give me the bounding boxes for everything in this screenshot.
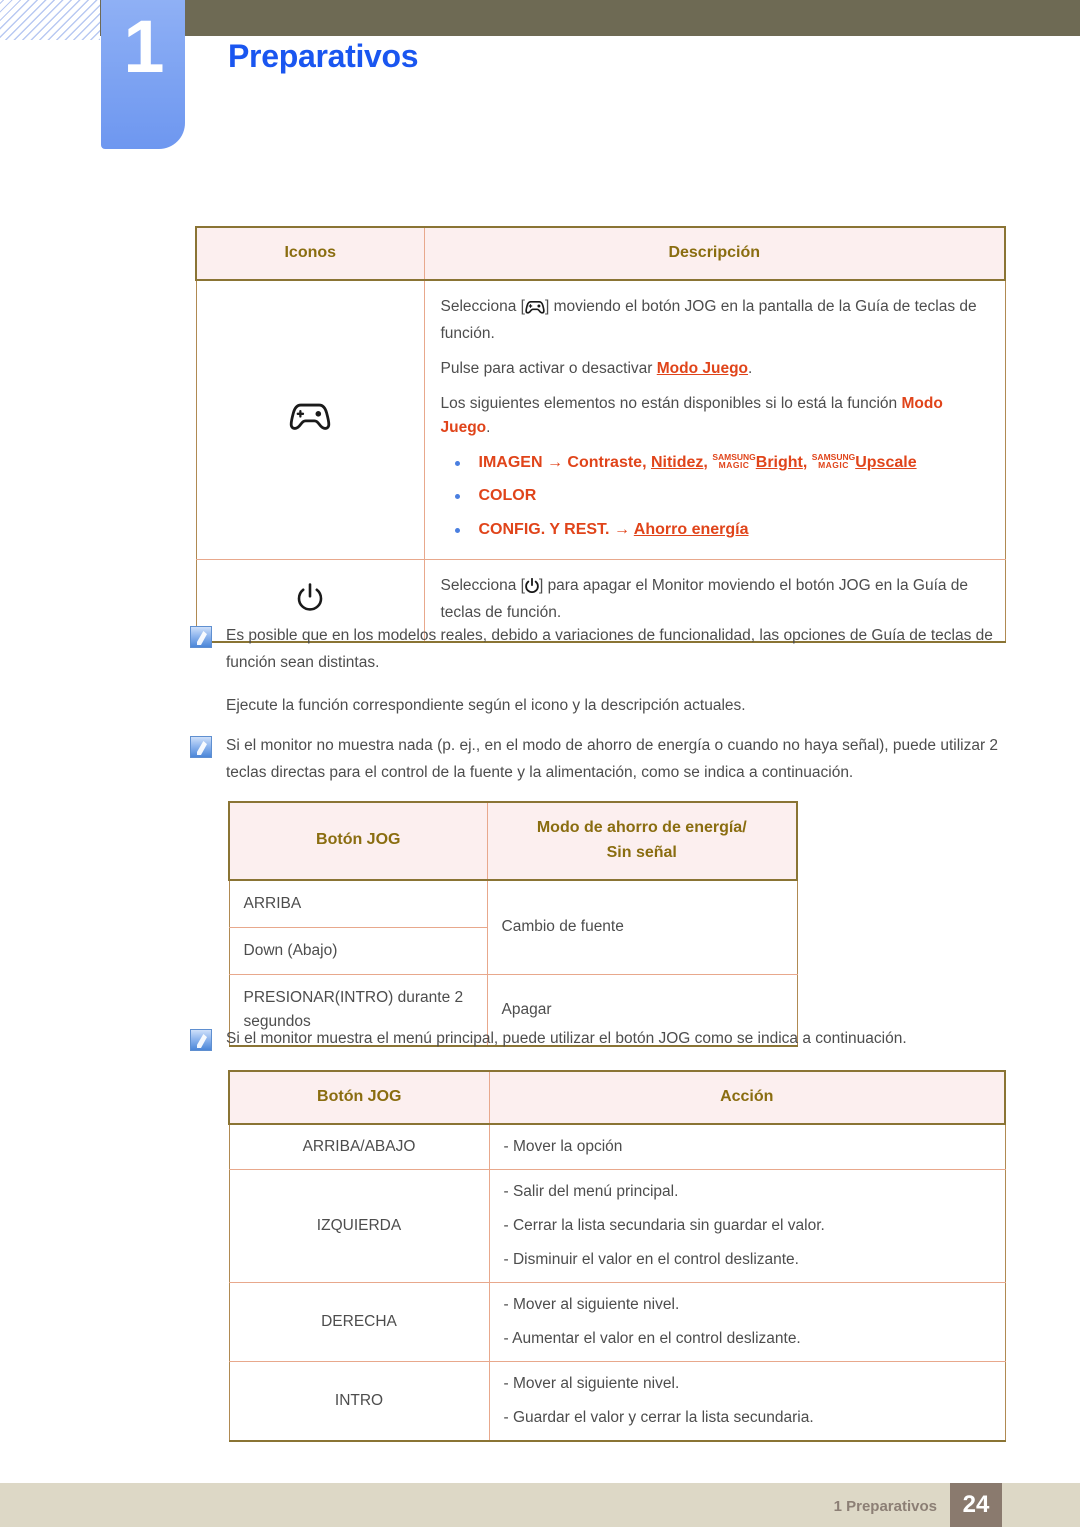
action-cambio-fuente: Cambio de fuente xyxy=(486,879,798,975)
description-line-3: Los siguientes elementos no están dispon… xyxy=(440,394,943,436)
column-header-descripcion: Descripción xyxy=(423,226,1006,281)
column-header-accion: Acción xyxy=(488,1070,1006,1125)
jog-button-arriba-abajo: ARRIBA/ABAJO xyxy=(228,1123,490,1170)
gamepad-description-cell: Selecciona [] moviendo el botón JOG en l… xyxy=(423,279,1006,561)
link-ahorro-energia[interactable]: Ahorro energía xyxy=(634,521,749,538)
column-header-boton-jog: Botón JOG xyxy=(228,801,488,881)
note-icon xyxy=(190,1029,212,1051)
note-icon xyxy=(190,736,212,758)
gamepad-icon xyxy=(525,300,545,318)
action-item: - Salir del menú principal. xyxy=(503,1182,679,1200)
link-magicupscale[interactable]: Upscale xyxy=(855,454,916,471)
note-paragraph: Si el monitor no muestra nada (p. ej., e… xyxy=(226,737,999,782)
header-band xyxy=(100,0,1080,36)
action-list: - Mover la opción xyxy=(488,1123,1006,1170)
table-header-row: Iconos Descripción xyxy=(195,226,1006,281)
samsung-magic-label: SAMSUNG MAGIC xyxy=(811,451,856,470)
jog-action-table: Botón JOG Acción ARRIBA/ABAJO - Mover la… xyxy=(228,1070,1006,1442)
description-line-power: Selecciona [] para apagar el Monitor mov… xyxy=(440,577,969,622)
jog-button-izquierda: IZQUIERDA xyxy=(228,1168,490,1283)
corner-stripe-decoration xyxy=(0,0,100,40)
action-item: - Disminuir el valor en el control desli… xyxy=(503,1250,799,1268)
action-item: - Mover al siguiente nivel. xyxy=(503,1374,680,1392)
header-line-2: Sin señal xyxy=(606,843,677,861)
unavailable-items-list: IMAGEN → Contraste, Nitidez, SAMSUNG MAGI… xyxy=(441,452,989,541)
action-item: - Cerrar la lista secundaria sin guardar… xyxy=(503,1216,825,1234)
gamepad-icon xyxy=(289,403,331,435)
description-line-1: Selecciona [] moviendo el botón JOG en l… xyxy=(440,297,977,342)
table-header-row: Botón JOG Modo de ahorro de energía/ Sin… xyxy=(228,801,798,881)
note-text: Es posible que en los modelos reales, de… xyxy=(226,622,1010,719)
action-list: - Mover al siguiente nivel. - Aumentar e… xyxy=(488,1281,1006,1362)
jog-button-abajo: Down (Abajo) xyxy=(228,926,488,975)
power-icon xyxy=(297,582,323,615)
table-row: IZQUIERDA - Salir del menú principal. - … xyxy=(228,1168,1006,1283)
jog-button-intro: INTRO xyxy=(228,1360,490,1442)
jog-power-mode-table: Botón JOG Modo de ahorro de energía/ Sin… xyxy=(228,801,798,1047)
bullet-text-config: CONFIG. Y REST. → Ahorro energía xyxy=(478,520,749,538)
bullet-dot-icon xyxy=(454,460,460,466)
page-title: Preparativos xyxy=(228,38,419,74)
note-paragraph: Ejecute la función correspondiente según… xyxy=(226,697,746,715)
list-item: IMAGEN → Contraste, Nitidez, SAMSUNG MAGI… xyxy=(441,452,989,474)
note-block-three: Si el monitor muestra el menú principal,… xyxy=(190,1025,1010,1052)
column-header-boton-jog: Botón JOG xyxy=(228,1070,490,1125)
action-item: - Mover la opción xyxy=(503,1137,623,1155)
description-line-2: Pulse para activar o desactivar Modo Jue… xyxy=(440,359,753,377)
note-block-one: Es posible que en los modelos reales, de… xyxy=(190,622,1010,719)
action-item: - Guardar el valor y cerrar la lista sec… xyxy=(503,1408,814,1426)
icons-description-table: Iconos Descripción Selecciona [] moviend… xyxy=(195,226,1006,644)
action-list: - Salir del menú principal. - Cerrar la … xyxy=(488,1168,1006,1283)
action-list: - Mover al siguiente nivel. - Guardar el… xyxy=(488,1360,1006,1442)
bullet-dot-icon xyxy=(454,494,460,500)
note-block-two: Si el monitor no muestra nada (p. ej., e… xyxy=(190,732,1010,786)
page-number-badge: 24 xyxy=(950,1483,1002,1527)
jog-button-arriba: ARRIBA xyxy=(228,879,488,928)
power-icon xyxy=(525,577,539,597)
note-icon xyxy=(190,626,212,648)
note-text: Si el monitor muestra el menú principal,… xyxy=(226,1025,907,1052)
list-item: CONFIG. Y REST. → Ahorro energía xyxy=(441,519,989,541)
note-paragraph: Si el monitor muestra el menú principal,… xyxy=(226,1030,907,1047)
link-magicbright[interactable]: Bright xyxy=(756,454,803,471)
samsung-magic-label: SAMSUNG MAGIC xyxy=(712,451,756,470)
action-item: - Mover al siguiente nivel. xyxy=(503,1295,680,1313)
action-item: - Aumentar el valor en el control desliz… xyxy=(503,1329,801,1347)
bullet-text-color: COLOR xyxy=(478,487,537,505)
column-header-iconos: Iconos xyxy=(195,226,425,281)
table-row: DERECHA - Mover al siguiente nivel. - Au… xyxy=(228,1281,1006,1362)
table-row: INTRO - Mover al siguiente nivel. - Guar… xyxy=(228,1360,1006,1442)
footer-chapter-label: 1 Preparativos xyxy=(833,1498,937,1515)
link-modo-juego[interactable]: Modo Juego xyxy=(657,360,748,377)
bullet-dot-icon xyxy=(454,527,460,533)
gamepad-icon-cell xyxy=(195,279,425,561)
bullet-text-imagen: IMAGEN → Contraste, Nitidez, SAMSUNG MAGI… xyxy=(478,451,917,471)
chapter-tab: 1 xyxy=(101,0,185,149)
table-header-row: Botón JOG Acción xyxy=(228,1070,1006,1125)
jog-button-derecha: DERECHA xyxy=(228,1281,490,1362)
note-paragraph: Es posible que en los modelos reales, de… xyxy=(226,627,993,672)
column-header-modo-ahorro: Modo de ahorro de energía/ Sin señal xyxy=(486,801,798,881)
header-line-1: Modo de ahorro de energía/ xyxy=(536,819,747,836)
note-text: Si el monitor no muestra nada (p. ej., e… xyxy=(226,732,1010,786)
table-row: ARRIBA Cambio de fuente xyxy=(228,879,798,975)
link-nitidez[interactable]: Nitidez xyxy=(651,454,703,471)
chapter-number: 1 xyxy=(123,5,164,88)
table-row: ARRIBA/ABAJO - Mover la opción xyxy=(228,1123,1006,1170)
table-row: Selecciona [] moviendo el botón JOG en l… xyxy=(195,279,1006,561)
list-item: COLOR xyxy=(441,485,989,507)
